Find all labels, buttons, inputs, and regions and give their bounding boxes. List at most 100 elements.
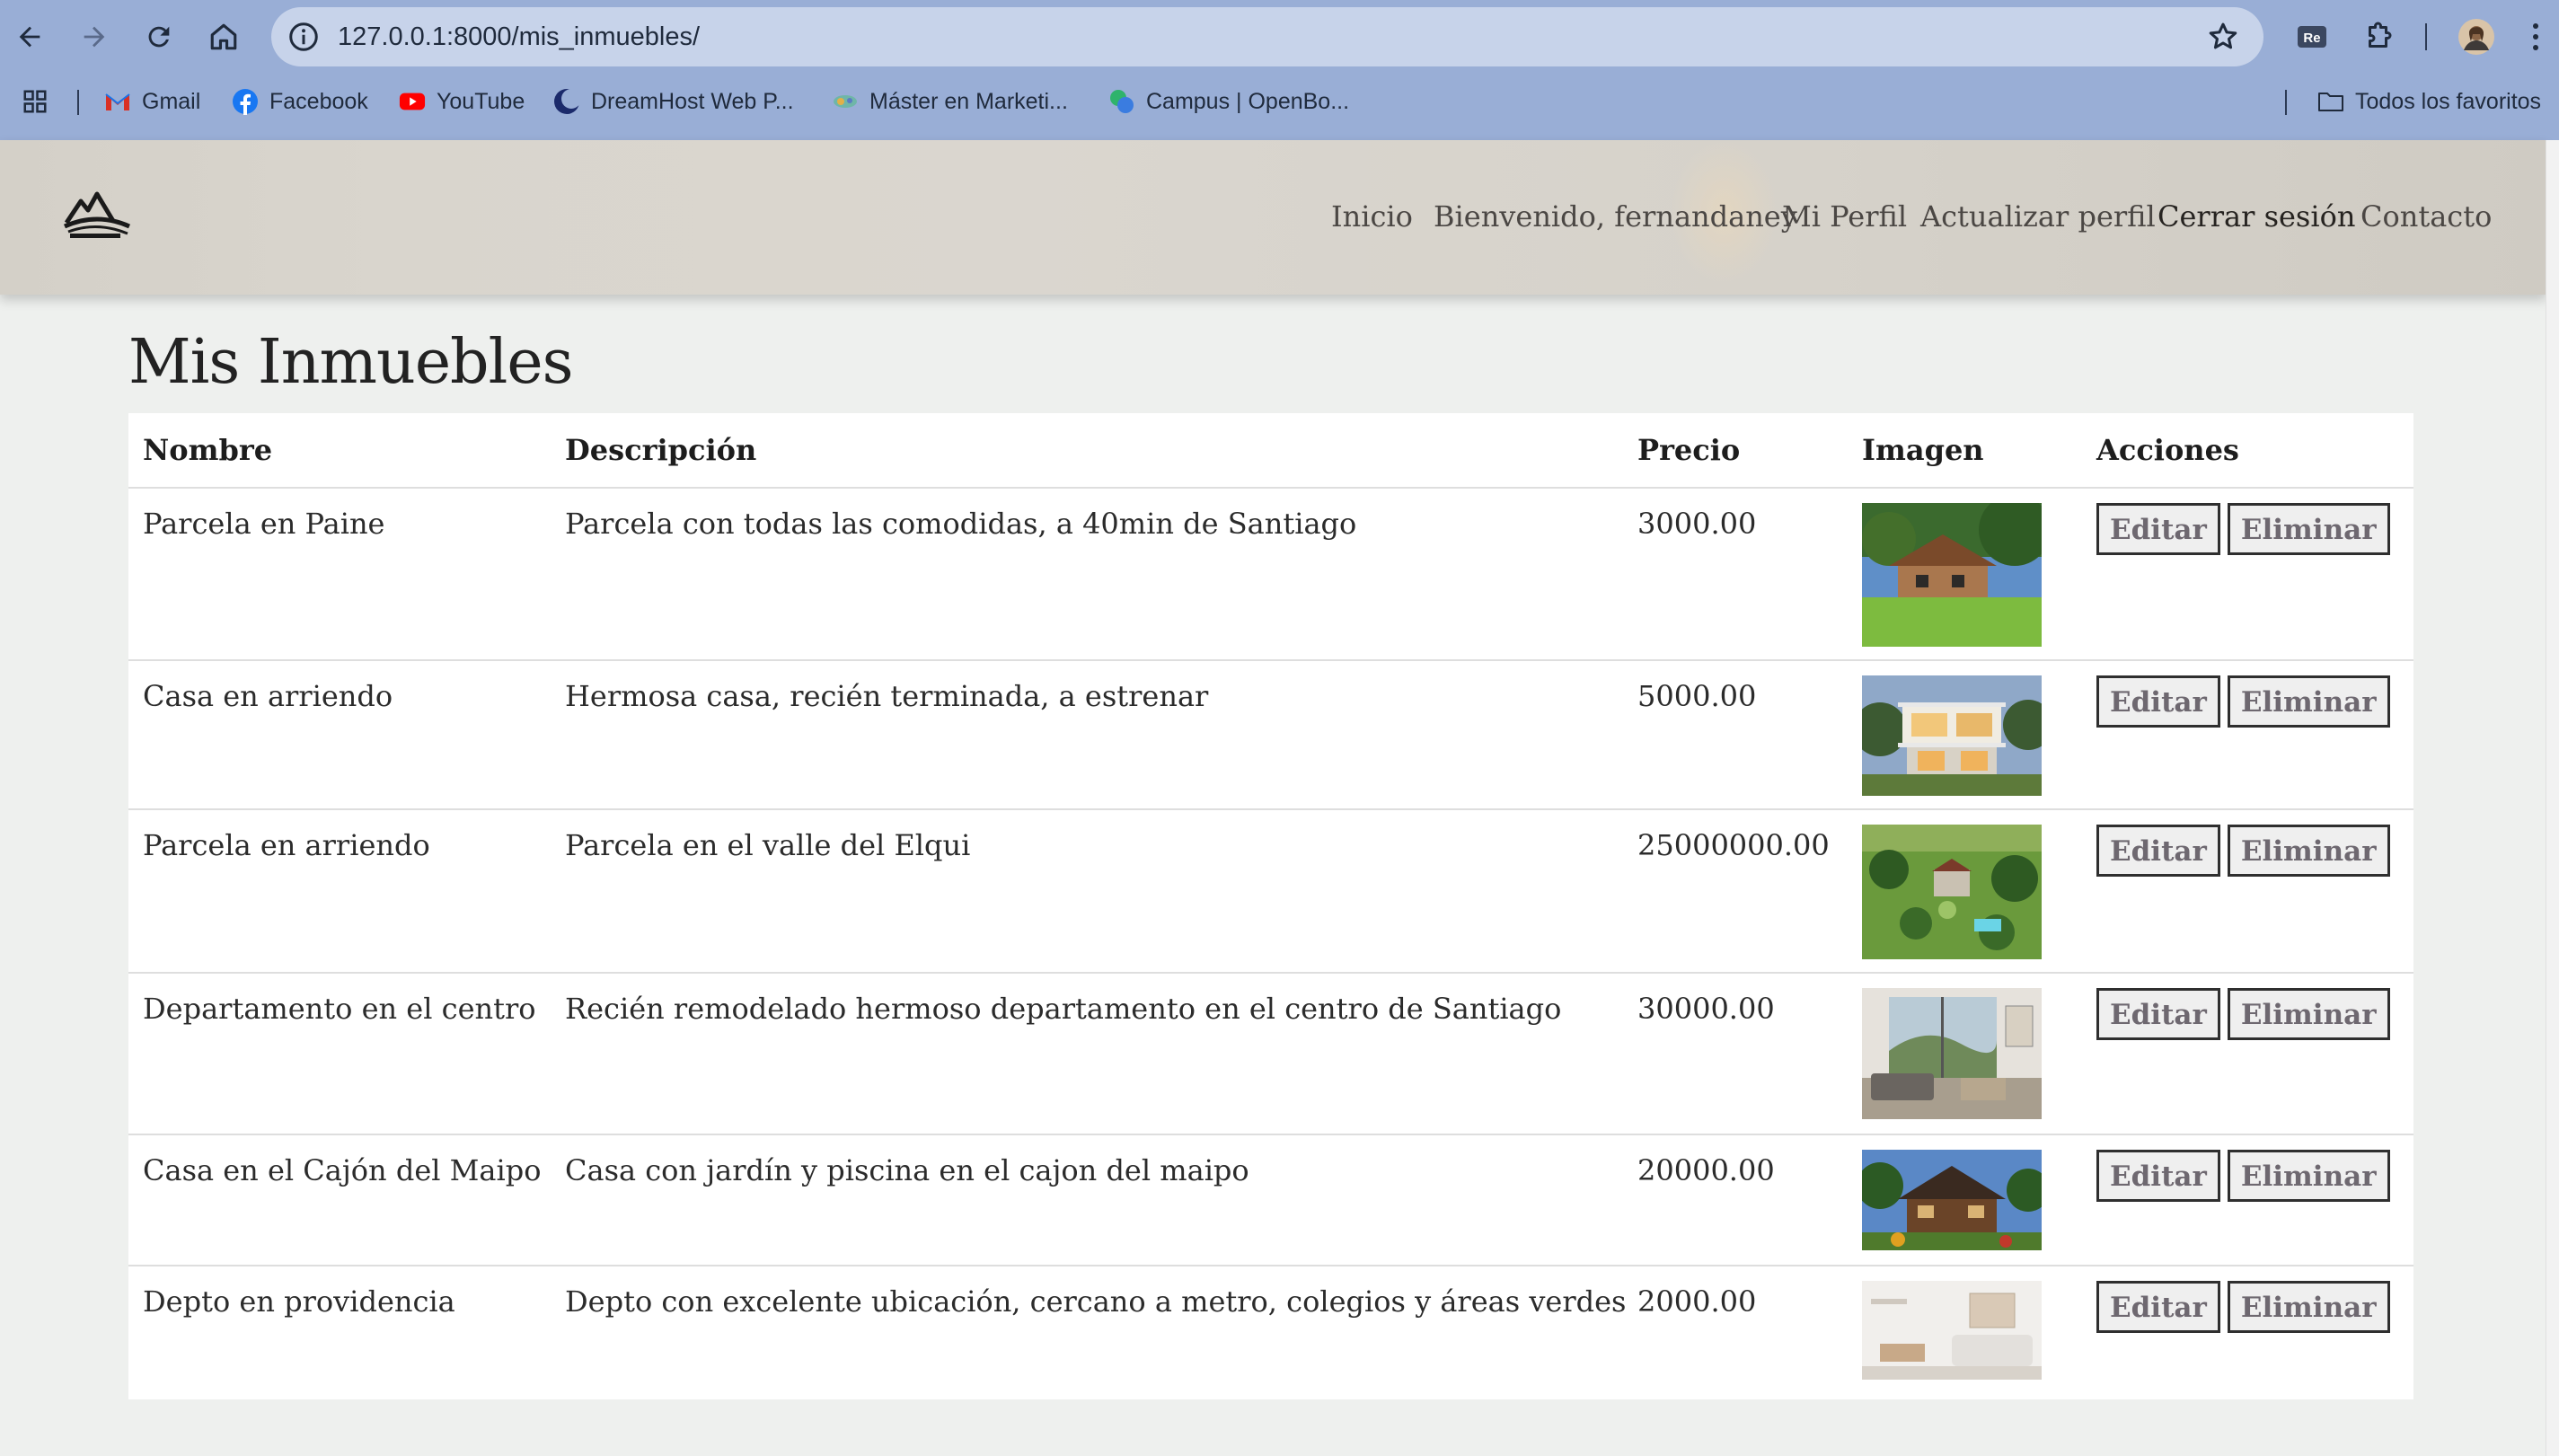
nav-mi-perfil[interactable]: Mi Perfil [1782,199,1907,234]
reload-icon [148,26,170,48]
edit-button[interactable]: Editar [2096,988,2220,1040]
table-row: Depto en providencia Depto con excelente… [128,1265,2413,1401]
site-header: Inicio Bienvenido, fernandaney Mi Perfil… [0,140,2546,295]
edit-button[interactable]: Editar [2096,825,2220,877]
cell-nombre: Casa en el Cajón del Maipo [143,1153,542,1187]
site-info-icon[interactable] [287,21,320,53]
all-bookmarks-label: Todos los favoritos [2355,88,2542,114]
property-image-house-lawn [1862,503,2042,647]
cell-descripcion: Depto con excelente ubicación, cercano a… [565,1284,1627,1319]
delete-button[interactable]: Eliminar [2227,503,2390,555]
forward-button[interactable] [72,14,117,59]
table-row: Casa en el Cajón del Maipo Casa con jard… [128,1134,2413,1266]
bookmarks-divider [77,90,79,115]
all-bookmarks-button[interactable]: Todos los favoritos [2317,79,2541,124]
bookmark-dreamhost[interactable]: DreamHost Web P... [553,79,794,124]
facebook-icon [232,88,259,115]
cell-nombre: Parcela en Paine [143,507,385,541]
cell-descripcion: Parcela en el valle del Elqui [565,828,971,862]
profile-button[interactable] [2456,16,2497,57]
cell-precio: 20000.00 [1637,1153,1775,1187]
nav-inicio[interactable]: Inicio [1331,199,1413,234]
nav-actualizar-perfil[interactable]: Actualizar perfil [1920,199,2156,234]
page-scrollbar[interactable] [2546,140,2559,1456]
bookmark-campus-openbootcamp[interactable]: Campus | OpenBo... [1108,79,1349,124]
bookmark-label: Facebook [269,88,368,114]
marketing-icon [832,88,859,115]
url-text: 127.0.0.1:8000/mis_inmuebles/ [338,22,701,51]
property-image-wood-house [1862,1150,2042,1250]
home-icon [210,23,237,50]
edit-button[interactable]: Editar [2096,503,2220,555]
nav-bienvenido[interactable]: Bienvenido, fernandaney [1434,199,1797,234]
folder-icon [2317,88,2344,115]
delete-button[interactable]: Eliminar [2227,988,2390,1040]
gmail-icon [104,88,131,115]
bookmark-star-icon[interactable] [2206,20,2240,54]
cell-precio: 25000000.00 [1637,828,1830,862]
bookmark-label: Gmail [142,88,201,114]
more-vertical-icon [2533,23,2538,50]
bookmark-label: Máster en Marketi... [869,88,1068,114]
properties-table: Nombre Descripción Precio Imagen Accione… [128,413,2413,1399]
cell-descripcion: Parcela con todas las comodidas, a 40min… [565,507,1357,541]
browser-menu-button[interactable] [2522,16,2549,57]
home-button[interactable] [201,14,246,59]
property-image-apartment-interior [1862,988,2042,1119]
cell-nombre: Depto en providencia [143,1284,455,1319]
reload-button[interactable] [137,14,181,59]
property-image-modern-house [1862,675,2042,796]
nav-contacto[interactable]: Contacto [2360,199,2492,234]
table-row: Parcela en arriendo Parcela en el valle … [128,808,2413,974]
site-nav: Inicio Bienvenido, fernandaney Mi Perfil… [0,199,2546,244]
delete-button[interactable]: Eliminar [2227,1281,2390,1333]
edit-button[interactable]: Editar [2096,675,2220,728]
edit-button[interactable]: Editar [2096,1150,2220,1202]
browser-chrome: 127.0.0.1:8000/mis_inmuebles/ Re Gmail F… [0,0,2559,140]
cell-precio: 30000.00 [1637,992,1775,1026]
bookmarks-bar: Gmail Facebook YouTube DreamHost Web P..… [0,79,2559,124]
cell-precio: 2000.00 [1637,1284,1757,1319]
table-row: Casa en arriendo Hermosa casa, recién te… [128,659,2413,810]
re-extension-icon: Re [2298,26,2326,48]
cell-descripcion: Recién remodelado hermoso departamento e… [565,992,1562,1026]
delete-button[interactable]: Eliminar [2227,825,2390,877]
youtube-icon [399,88,426,115]
cell-nombre: Departamento en el centro [143,992,536,1026]
cell-descripcion: Casa con jardín y piscina en el cajon de… [565,1153,1249,1187]
puzzle-icon [2369,22,2392,48]
bookmark-label: YouTube [437,88,525,114]
cell-nombre: Parcela en arriendo [143,828,430,862]
delete-button[interactable]: Eliminar [2227,1150,2390,1202]
header-descripcion: Descripción [565,433,757,467]
forward-arrow-icon [84,26,105,48]
table-row: Departamento en el centro Recién remodel… [128,972,2413,1135]
bookmarks-divider-right [2285,90,2287,115]
header-imagen: Imagen [1862,433,1984,467]
header-precio: Precio [1637,433,1741,467]
extension-re-button[interactable]: Re [2294,16,2330,57]
cell-nombre: Casa en arriendo [143,679,393,713]
bookmark-master-marketing[interactable]: Máster en Marketi... [832,79,1068,124]
apps-button[interactable] [22,79,49,124]
avatar [2458,19,2494,55]
bookmark-youtube[interactable]: YouTube [399,79,525,124]
back-button[interactable] [7,14,52,59]
browser-toolbar: 127.0.0.1:8000/mis_inmuebles/ Re [0,0,2559,74]
bookmark-gmail[interactable]: Gmail [104,79,200,124]
dreamhost-icon [553,88,580,115]
bookmark-label: DreamHost Web P... [591,88,794,114]
extensions-button[interactable] [2359,16,2400,57]
edit-button[interactable]: Editar [2096,1281,2220,1333]
cell-precio: 3000.00 [1637,507,1757,541]
page-title: Mis Inmuebles [128,327,573,398]
svg-text:Re: Re [2303,31,2320,46]
openbootcamp-icon [1108,88,1135,115]
table-row: Parcela en Paine Parcela con todas las c… [128,487,2413,661]
bookmark-facebook[interactable]: Facebook [232,79,368,124]
address-bar[interactable]: 127.0.0.1:8000/mis_inmuebles/ [271,7,2263,66]
cell-descripcion: Hermosa casa, recién terminada, a estren… [565,679,1209,713]
delete-button[interactable]: Eliminar [2227,675,2390,728]
nav-cerrar-sesion[interactable]: Cerrar sesión [2158,199,2355,234]
toolbar-divider [2425,23,2427,50]
